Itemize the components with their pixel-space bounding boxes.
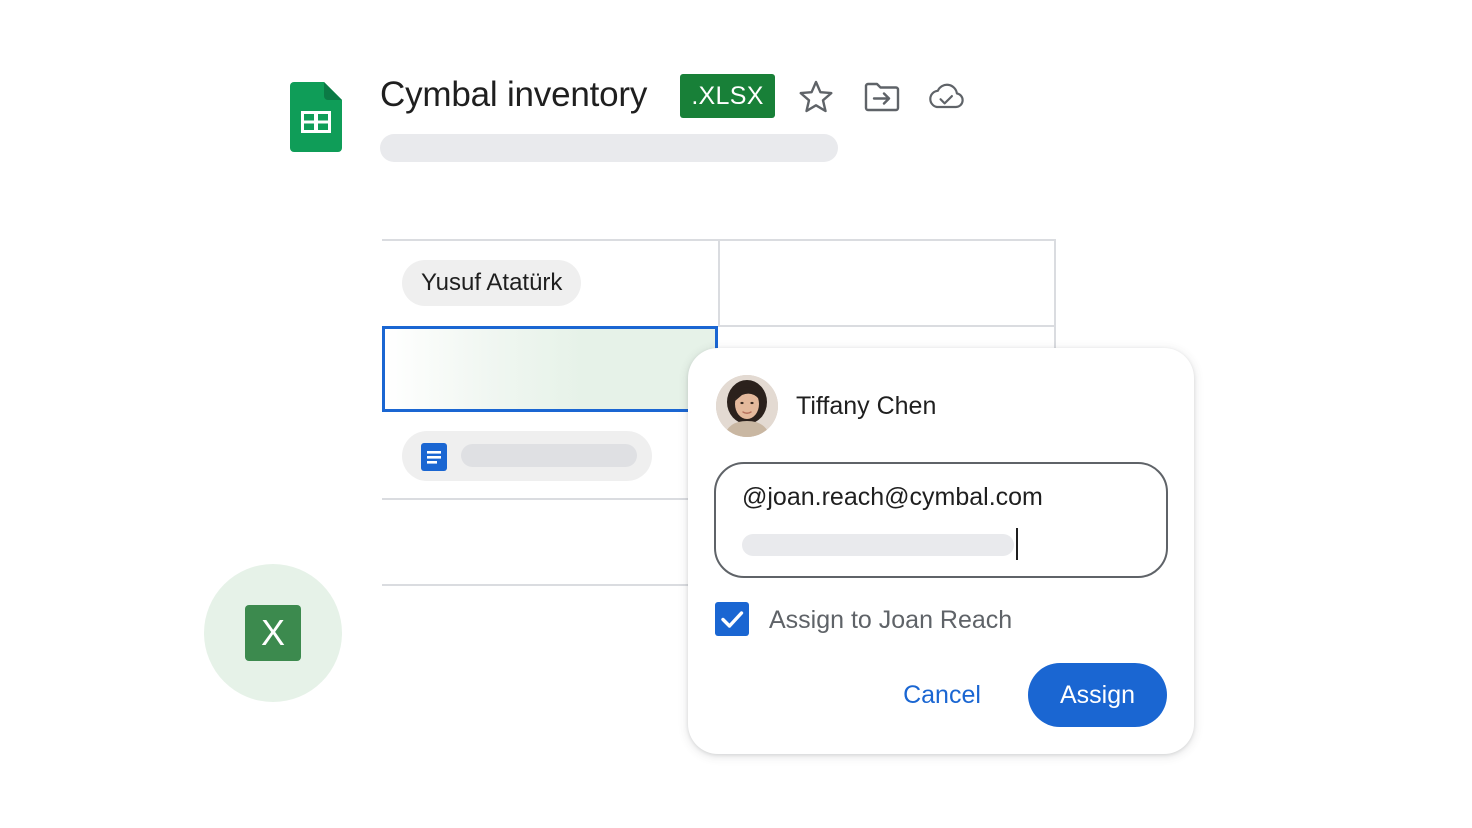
file-format-badge: .XLSX (680, 74, 775, 118)
cancel-button[interactable]: Cancel (882, 663, 1002, 727)
move-to-folder-icon (864, 82, 900, 112)
assign-button[interactable]: Assign (1028, 663, 1167, 727)
comment-mention-text: @joan.reach@cymbal.com (742, 483, 1043, 511)
excel-badge: X (204, 564, 342, 702)
cloud-saved-icon (929, 83, 964, 109)
avatar (716, 375, 778, 437)
text-cursor (1016, 528, 1018, 560)
google-docs-icon (421, 443, 447, 471)
star-button[interactable] (796, 77, 836, 117)
assign-comment-card: Tiffany Chen @joan.reach@cymbal.com Assi… (688, 348, 1194, 754)
grid-line (718, 239, 720, 327)
document-chip[interactable] (402, 431, 652, 481)
move-button[interactable] (862, 77, 902, 117)
grid-line (1054, 239, 1056, 349)
comment-input[interactable]: @joan.reach@cymbal.com (714, 462, 1168, 578)
checkmark-icon (721, 611, 744, 628)
save-status-button[interactable] (926, 77, 966, 117)
grid-line (718, 325, 1056, 327)
document-subtitle-placeholder (380, 134, 838, 162)
document-title[interactable]: Cymbal inventory (380, 72, 647, 118)
person-chip[interactable]: Yusuf Atatürk (402, 260, 582, 306)
document-chip-title-placeholder (461, 444, 637, 467)
google-sheets-icon (290, 82, 342, 152)
assign-checkbox-label[interactable]: Assign to Joan Reach (769, 602, 1012, 638)
assign-checkbox[interactable] (715, 602, 749, 636)
selected-cell[interactable] (382, 326, 718, 412)
comment-text-placeholder (742, 534, 1014, 556)
comment-author-name: Tiffany Chen (796, 392, 937, 420)
microsoft-excel-icon: X (245, 605, 301, 661)
grid-line (382, 584, 688, 586)
grid-line (382, 498, 688, 500)
star-outline-icon (799, 80, 833, 113)
